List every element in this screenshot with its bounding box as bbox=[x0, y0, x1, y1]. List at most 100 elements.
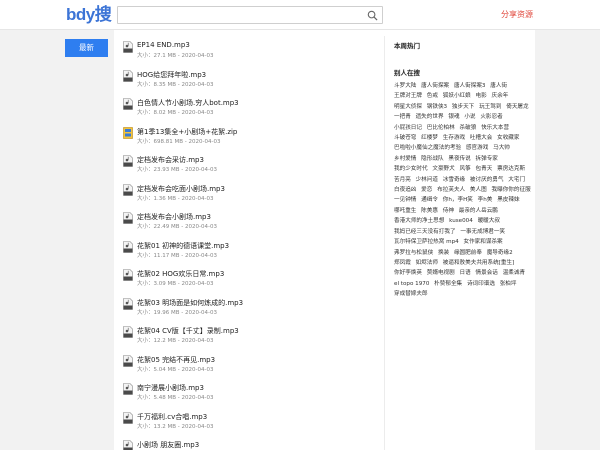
search-tag-link[interactable]: 我的少女时代 bbox=[394, 166, 428, 172]
search-tag-link[interactable]: el topo 1970 bbox=[394, 281, 429, 287]
search-tag-link[interactable]: 黑皮辣妹 bbox=[497, 197, 519, 203]
search-tag-link[interactable]: 你h，李H笑 bbox=[443, 197, 473, 203]
search-tag-link[interactable]: 被逼和敖美夫共用系统[重生] bbox=[443, 260, 515, 266]
search-tag-link[interactable]: 风筝 bbox=[460, 166, 471, 172]
search-tag-link[interactable]: 换装 bbox=[438, 250, 449, 256]
search-tag-link[interactable]: 小说 bbox=[464, 114, 475, 120]
search-icon[interactable] bbox=[367, 10, 378, 21]
search-tag-link[interactable]: 朴赞郁全集 bbox=[434, 281, 462, 287]
search-tag-link[interactable]: 李h美 bbox=[478, 197, 493, 203]
file-item[interactable]: 定档发布会吃面小剧场.mp3 大小：1.36 MB - 2020-04-03 bbox=[123, 181, 383, 210]
search-tag-link[interactable]: 最亲的人岳云鹏 bbox=[459, 208, 498, 214]
search-tag-link[interactable]: 女作家和谋杀案 bbox=[463, 239, 502, 245]
search-tag-link[interactable]: 弗罗拉与松鼠侠 bbox=[394, 250, 433, 256]
file-item[interactable]: 第1季13集全+小剧场+花絮.zip 大小：698.81 MB - 2020-04… bbox=[123, 124, 383, 153]
search-tag-link[interactable]: 我妈已经三天没有打我了 bbox=[394, 229, 456, 235]
search-tag-link[interactable]: 黑夜传说 bbox=[448, 156, 470, 162]
search-tag-link[interactable]: 爱恋 bbox=[421, 187, 432, 193]
search-tag-link[interactable]: 大宅门 bbox=[508, 177, 525, 183]
search-tag-link[interactable]: 玩王驾到 bbox=[479, 104, 501, 110]
search-tag-link[interactable]: 少林问道 bbox=[416, 177, 438, 183]
search-tag-link[interactable]: 诗词印谱选 bbox=[467, 281, 495, 287]
search-tag-link[interactable]: 杀破狼 bbox=[460, 125, 477, 131]
search-tag-link[interactable]: 电影 bbox=[476, 93, 487, 99]
search-tag-link[interactable]: 如烬法师 bbox=[416, 260, 438, 266]
search-tag-link[interactable]: 钢铁侠3 bbox=[427, 104, 447, 110]
file-item[interactable]: 白色情人节小剧场.穷人bot.mp3 大小：8.02 MB - 2020-04-0… bbox=[123, 95, 383, 124]
search-tag-link[interactable]: 一把青 bbox=[394, 114, 411, 120]
file-item[interactable]: 花絮02 HOG欢乐日常.mp3 大小：3.09 MB - 2020-04-03 bbox=[123, 266, 383, 295]
search-tag-link[interactable]: 哪吒重生 bbox=[394, 208, 416, 214]
search-tag-link[interactable]: 斗破苍穹 bbox=[394, 135, 416, 141]
file-name-link[interactable]: 花絮05 完结不再见.mp3 bbox=[137, 355, 215, 365]
search-tag-link[interactable]: 明星大侦探 bbox=[394, 104, 422, 110]
search-tag-link[interactable]: 遗失的世界 bbox=[416, 114, 444, 120]
search-tag-link[interactable]: 张柏坪 bbox=[500, 281, 517, 287]
search-tag-link[interactable]: 感官游戏 bbox=[466, 145, 488, 151]
file-item[interactable]: 南宁漫展小剧场.mp3 大小：5.48 MB - 2020-04-03 bbox=[123, 380, 383, 409]
file-name-link[interactable]: 定档发布会小剧场.mp3 bbox=[137, 212, 211, 222]
search-tag-link[interactable]: 瓦尔特保卫萨拉热窝 mp4 bbox=[394, 239, 459, 245]
search-tag-link[interactable]: 票房达克斯 bbox=[497, 166, 525, 172]
file-item[interactable]: EP14 END.mp3 大小：27.1 MB - 2020-04-03 bbox=[123, 38, 383, 67]
search-tag-link[interactable]: 被讨厌的勇气 bbox=[470, 177, 504, 183]
search-tag-link[interactable]: 我曝你你的征服 bbox=[492, 187, 531, 193]
search-tag-link[interactable]: 情景会话 bbox=[476, 270, 498, 276]
search-tag-link[interactable]: 赘婿电视剧 bbox=[427, 270, 455, 276]
file-item[interactable]: 千万福利.cv合唱.mp3 大小：13.2 MB - 2020-04-03 bbox=[123, 409, 383, 438]
search-tag-link[interactable]: 色戒 bbox=[427, 93, 438, 99]
search-tag-link[interactable]: 通缉令 bbox=[421, 197, 438, 203]
nav-latest-button[interactable]: 最新 bbox=[65, 39, 108, 57]
file-name-link[interactable]: 花絮03 明场面是如何炼成的.mp3 bbox=[137, 298, 243, 308]
search-tag-link[interactable]: 你好李焕英 bbox=[394, 270, 422, 276]
file-name-link[interactable]: 白色情人节小剧场.穷人bot.mp3 bbox=[137, 98, 239, 108]
search-tag-link[interactable]: 狐妖小红娘 bbox=[443, 93, 471, 99]
search-tag-link[interactable]: 巴比伦柏林 bbox=[427, 125, 455, 131]
search-tag-link[interactable]: 郑凤霞 bbox=[394, 260, 411, 266]
file-item[interactable]: 花絮05 完结不再见.mp3 大小：5.04 MB - 2020-04-03 bbox=[123, 352, 383, 381]
search-tag-link[interactable]: 侍神 bbox=[443, 208, 454, 214]
search-tag-link[interactable]: 隐形战队 bbox=[421, 156, 443, 162]
file-name-link[interactable]: 定档发布会采访.mp3 bbox=[137, 155, 204, 165]
file-name-link[interactable]: 花絮02 HOG欢乐日常.mp3 bbox=[137, 269, 224, 279]
search-tag-link[interactable]: 马大帅 bbox=[493, 145, 510, 151]
search-tag-link[interactable]: 火影忍者 bbox=[480, 114, 502, 120]
search-tag-link[interactable]: 白夜追凶 bbox=[394, 187, 416, 193]
search-tag-link[interactable]: 拆弹专家 bbox=[476, 156, 498, 162]
file-name-link[interactable]: HOG给您拜年啦.mp3 bbox=[137, 70, 206, 80]
search-tag-link[interactable]: 生存游戏 bbox=[443, 135, 465, 141]
search-tag-link[interactable]: 倚天屠龙 bbox=[506, 104, 528, 110]
share-resource-link[interactable]: 分享资源 bbox=[501, 9, 533, 20]
search-tag-link[interactable]: 包青天 bbox=[476, 166, 493, 172]
search-tag-link[interactable]: 女收藏家 bbox=[497, 135, 519, 141]
search-tag-link[interactable]: 温柔诚青 bbox=[503, 270, 525, 276]
search-tag-link[interactable]: 斗罗大陆 bbox=[394, 83, 416, 89]
file-name-link[interactable]: 南宁漫展小剧场.mp3 bbox=[137, 383, 204, 393]
search-tag-link[interactable]: 暖暖大叔 bbox=[478, 218, 500, 224]
file-item[interactable]: 花絮01 初神的德语课堂.mp3 大小：11.17 MB - 2020-04-03 bbox=[123, 238, 383, 267]
search-tag-link[interactable]: 香港大师的净土思想 bbox=[394, 218, 444, 224]
search-tag-link[interactable]: 唐人街探案 bbox=[421, 83, 449, 89]
search-input[interactable] bbox=[118, 12, 358, 28]
search-tag-link[interactable]: 魔导奇缘2 bbox=[487, 250, 513, 256]
file-name-link[interactable]: 定档发布会吃面小剧场.mp3 bbox=[137, 184, 225, 194]
file-item[interactable]: 定档发布会采访.mp3 大小：23.93 MB - 2020-04-03 bbox=[123, 152, 383, 181]
search-tag-link[interactable]: 庆余年 bbox=[492, 93, 509, 99]
file-item[interactable]: 花絮03 明场面是如何炼成的.mp3 大小：19.96 MB - 2020-04-… bbox=[123, 295, 383, 324]
search-tag-link[interactable]: 缘圆肥前奉 bbox=[454, 250, 482, 256]
search-tag-link[interactable]: kuse004 bbox=[449, 218, 473, 224]
search-tag-link[interactable]: 唐人街 bbox=[490, 83, 507, 89]
search-tag-link[interactable]: 陈美惠 bbox=[421, 208, 438, 214]
file-item[interactable]: 小剧场 朋友圈.mp3 bbox=[123, 437, 383, 450]
file-item[interactable]: 花絮04 CV版【千丈】录制.mp3 大小：12.2 MB - 2020-04-0… bbox=[123, 323, 383, 352]
search-tag-link[interactable]: 巴啦啦小魔仙之魔法的考验 bbox=[394, 145, 461, 151]
file-name-link[interactable]: 千万福利.cv合唱.mp3 bbox=[137, 412, 207, 422]
search-tag-link[interactable]: 冰雪奇缘 bbox=[443, 177, 465, 183]
search-tag-link[interactable]: 日语 bbox=[460, 270, 471, 276]
file-name-link[interactable]: 花絮04 CV版【千丈】录制.mp3 bbox=[137, 326, 239, 336]
search-tag-link[interactable]: 乡村爱情 bbox=[394, 156, 416, 162]
file-item[interactable]: 定档发布会小剧场.mp3 大小：22.49 MB - 2020-04-03 bbox=[123, 209, 383, 238]
search-tag-link[interactable]: 独步天下 bbox=[452, 104, 474, 110]
search-tag-link[interactable]: 苦月亮 bbox=[394, 177, 411, 183]
search-tag-link[interactable]: 美人图 bbox=[470, 187, 487, 193]
